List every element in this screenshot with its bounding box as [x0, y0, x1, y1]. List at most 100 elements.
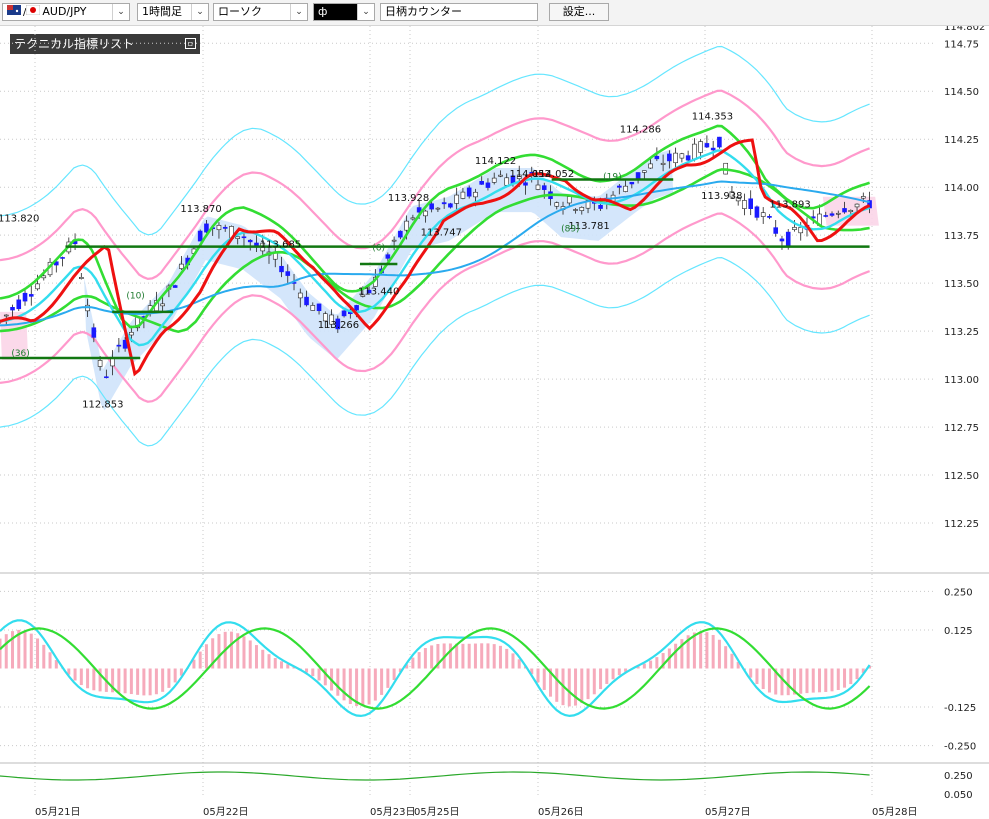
price-chart[interactable]: 113.820 112.853 113.870 113.685 113.266 113.4…	[0, 26, 989, 819]
histogram-bar	[79, 668, 83, 686]
candle-up	[129, 331, 134, 336]
histogram-bar	[430, 645, 434, 669]
candle-down	[279, 265, 284, 273]
candle-up	[648, 163, 653, 169]
histogram-bar	[824, 668, 828, 692]
histogram-bar	[0, 638, 2, 669]
candle-down	[304, 296, 309, 306]
candle-down	[22, 292, 28, 302]
price-axis-top-label: 114.802	[944, 26, 985, 33]
candle-down	[635, 172, 641, 180]
histogram-bar	[317, 668, 321, 681]
bar-count-label: (19)	[603, 173, 621, 183]
currency-pair-select[interactable]: / AUD/JPY ⌄	[2, 3, 130, 21]
candle-down	[654, 155, 660, 160]
price-annotation: 113.747	[421, 228, 462, 239]
histogram-bar	[123, 668, 127, 694]
chevron-down-icon: ⌄	[191, 4, 208, 20]
candle-down	[60, 257, 65, 259]
candle-down	[247, 239, 253, 243]
histogram-bar	[511, 653, 515, 669]
histogram-bar	[380, 668, 384, 695]
candle-up	[579, 207, 585, 211]
histogram-bar	[799, 668, 803, 694]
price-axis-label: 114.50	[944, 87, 979, 98]
candle-up	[854, 203, 860, 208]
histogram-bar	[705, 632, 709, 669]
candle-up	[835, 212, 841, 215]
candle-down	[222, 226, 228, 229]
price-axis-label: 112.25	[944, 519, 979, 530]
candle-up	[860, 196, 866, 199]
candle-down	[104, 376, 109, 379]
candle-down	[116, 344, 122, 347]
candle-down	[523, 182, 528, 186]
price-annotation: 113.870	[180, 204, 221, 215]
histogram-bar	[786, 668, 790, 696]
candle-up	[410, 217, 416, 220]
candle-up	[423, 210, 428, 217]
histogram-bar	[4, 634, 8, 669]
histogram-bar	[843, 668, 847, 688]
histogram-bar	[480, 643, 484, 669]
candle-down	[717, 136, 722, 148]
candle-down	[204, 223, 209, 233]
settings-button[interactable]: 設定...	[549, 3, 609, 21]
candle-up	[454, 194, 459, 204]
histogram-bar	[692, 632, 696, 669]
histogram-bar	[129, 668, 133, 695]
price-annotation: 113.820	[0, 214, 39, 225]
price-axis: 114.802 114.75 114.50 114.25 114.00 113.75 113…	[944, 26, 985, 801]
candle-down	[316, 303, 322, 312]
histogram-bar	[649, 660, 653, 669]
price-annotation: 113.938	[701, 191, 742, 202]
candle-up	[848, 210, 854, 213]
candle-down	[341, 310, 347, 317]
candle-down	[629, 181, 635, 185]
bar-count-label: (10)	[126, 292, 144, 302]
candle-down	[829, 213, 835, 216]
histogram-bar	[254, 645, 258, 669]
histogram-bar	[173, 668, 177, 683]
candle-down	[541, 185, 547, 190]
price-axis-label: 113.00	[944, 375, 979, 386]
candle-up	[297, 292, 303, 299]
line-style-glyph: ф	[318, 5, 328, 18]
date-axis-label: 05月28日	[872, 806, 917, 818]
line-style-select[interactable]: ф ⌄	[313, 3, 375, 21]
histogram-bar	[386, 668, 390, 688]
price-axis-label: 113.25	[944, 327, 979, 338]
date-axis-label: 05月25日	[414, 806, 459, 818]
histogram-bar	[367, 668, 371, 705]
price-axis-label: 113.75	[944, 231, 979, 242]
price-axis-label: 112.50	[944, 471, 979, 482]
candle-up	[760, 212, 766, 217]
histogram-bar	[342, 668, 346, 701]
price-annotation: 113.685	[260, 240, 301, 251]
timeframe-select[interactable]: 1時間足 ⌄	[137, 3, 209, 21]
histogram-bar	[198, 651, 202, 669]
candle-up	[504, 177, 510, 186]
price-axis-label: 114.25	[944, 135, 979, 146]
price-axis-label: 112.75	[944, 423, 979, 434]
candle-up	[473, 191, 478, 198]
candle-up	[566, 196, 572, 204]
ichimoku-cloud	[0, 149, 879, 411]
candle-up	[742, 200, 747, 209]
histogram-bar	[711, 634, 715, 669]
histogram-bar	[48, 652, 52, 669]
cloud-bullish	[84, 149, 674, 411]
candle-down	[779, 238, 785, 242]
histogram-bar	[86, 668, 90, 689]
candle-up	[498, 174, 503, 177]
price-axis-label: 114.75	[944, 39, 979, 50]
date-counter-input[interactable]: 日柄カウンター	[380, 3, 538, 21]
price-annotation: 112.853	[82, 399, 123, 410]
candle-down	[285, 271, 291, 276]
price-annotation: 113.440	[358, 287, 399, 298]
chart-grid	[0, 26, 989, 798]
candle-up	[391, 239, 397, 242]
chart-type-select[interactable]: ローソク ⌄	[213, 3, 308, 21]
histogram-bar	[749, 668, 753, 678]
histogram-bar	[580, 668, 584, 704]
